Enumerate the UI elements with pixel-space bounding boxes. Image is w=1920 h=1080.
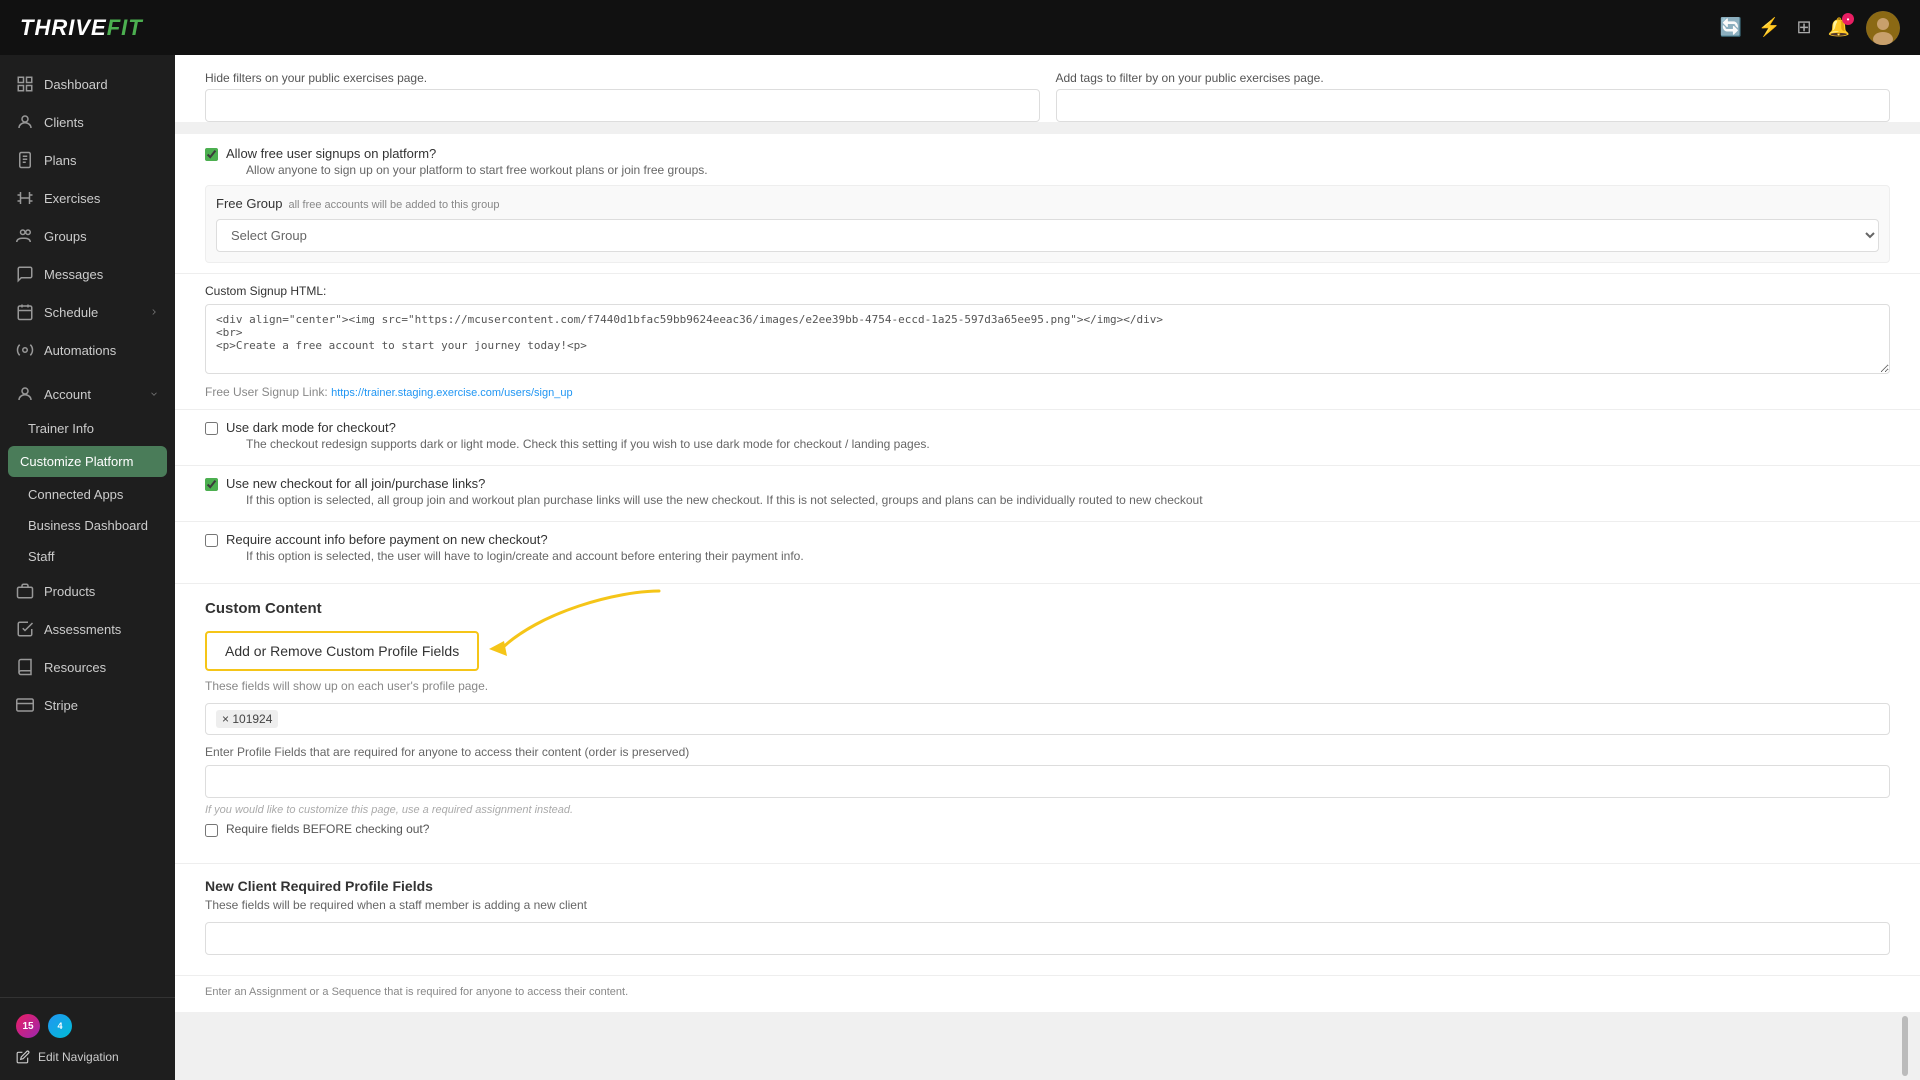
edit-nav-label: Edit Navigation [38,1050,119,1064]
add-tags-label: Add tags to filter by on your public exe… [1056,71,1891,85]
new-checkout-label: Use new checkout for all join/purchase l… [226,476,1203,491]
require-checkout-checkbox[interactable] [205,824,218,837]
badge-icon: 15 [16,1014,40,1038]
free-signup-checkbox[interactable] [205,148,218,161]
dark-mode-row: Use dark mode for checkout? The checkout… [205,420,1890,451]
sidebar-label-messages: Messages [44,267,103,282]
free-group-section: Free Group all free accounts will be add… [205,185,1890,263]
grid-icon[interactable]: ⊞ [1796,17,1811,38]
sidebar-item-dashboard[interactable]: Dashboard [0,65,175,103]
top-bar: THRIVEFIT 🔄 ⚡ ⊞ 🔔 • [0,0,1920,55]
customize-note: If you would like to customize this page… [205,804,1890,816]
sidebar-item-groups[interactable]: Groups [0,217,175,255]
dark-mode-desc: The checkout redesign supports dark or l… [246,437,930,451]
signup-link-label: Free User Signup Link: [205,385,328,399]
new-client-desc: These fields will be required when a sta… [205,898,1890,912]
sidebar-label-schedule: Schedule [44,305,98,320]
sidebar-item-resources[interactable]: Resources [0,648,175,686]
require-account-row: Require account info before payment on n… [205,532,1890,563]
footer-assignment-text: Enter an Assignment or a Sequence that i… [205,986,1890,998]
sidebar-label-groups: Groups [44,229,87,244]
sidebar-label-products: Products [44,584,95,599]
free-group-label: Free Group [216,196,282,211]
hide-filters-input[interactable] [205,89,1040,122]
sidebar-label-plans: Plans [44,153,77,168]
dark-mode-label: Use dark mode for checkout? [226,420,930,435]
sidebar-item-automations[interactable]: Automations [0,331,175,369]
scrollbar-thumb[interactable] [1902,1016,1908,1076]
free-signup-checkbox-label: Allow free user signups on platform? [226,146,708,161]
sidebar-sub-staff[interactable]: Staff [0,541,175,572]
bolt-icon[interactable]: ⚡ [1758,17,1780,38]
sidebar-item-schedule[interactable]: Schedule [0,293,175,331]
require-account-desc: If this option is selected, the user wil… [246,549,804,563]
sidebar-item-plans[interactable]: Plans [0,141,175,179]
profile-fields-required-input[interactable] [205,765,1890,798]
content-area: Hide filters on your public exercises pa… [175,55,1920,1080]
sidebar-label-assessments: Assessments [44,622,121,637]
refresh-icon[interactable]: 🔄 [1720,17,1742,38]
sidebar-item-products[interactable]: Products [0,572,175,610]
profile-fields-tag-input[interactable]: × 101924 [205,703,1890,735]
free-group-select[interactable]: Select Group [216,219,1879,252]
sidebar-label-automations: Automations [44,343,116,358]
require-account-checkbox[interactable] [205,534,218,547]
sidebar-label-clients: Clients [44,115,84,130]
require-checkout-label: Require fields BEFORE checking out? [226,822,429,836]
badge-icon-2: 4 [48,1014,72,1038]
sidebar-item-exercises[interactable]: Exercises [0,179,175,217]
hide-filters-label: Hide filters on your public exercises pa… [205,71,1040,85]
new-client-fields-input[interactable] [205,922,1890,955]
free-signup-row: Allow free user signups on platform? All… [205,146,1890,177]
profile-field-tag: × 101924 [216,710,278,728]
custom-content-title: Custom Content [205,600,1890,617]
edit-nav-button[interactable]: Edit Navigation [16,1044,159,1070]
require-account-label: Require account info before payment on n… [226,532,804,547]
sidebar-label-account: Account [44,387,91,402]
sidebar-label-stripe: Stripe [44,698,78,713]
top-icons: 🔄 ⚡ ⊞ 🔔 • [1720,11,1900,45]
sidebar-item-stripe[interactable]: Stripe [0,686,175,724]
custom-html-label: Custom Signup HTML: [205,284,1890,298]
sidebar-label-exercises: Exercises [44,191,100,206]
avatar[interactable] [1866,11,1900,45]
new-client-title: New Client Required Profile Fields [205,878,1890,894]
sidebar-label-dashboard: Dashboard [44,77,108,92]
custom-html-textarea[interactable]: <div align="center"><img src="https://mc… [205,304,1890,374]
signup-link-row: Free User Signup Link: https://trainer.s… [205,385,1890,399]
new-checkout-desc: If this option is selected, all group jo… [246,493,1203,507]
add-tags-input[interactable] [1056,89,1891,122]
sidebar-sub-business-dashboard[interactable]: Business Dashboard [0,510,175,541]
sidebar-bottom: 15 4 Edit Navigation [0,997,175,1080]
profile-fields-required-label: Enter Profile Fields that are required f… [205,745,1890,759]
dark-mode-checkbox[interactable] [205,422,218,435]
sidebar-sub-trainer-info[interactable]: Trainer Info [0,413,175,444]
sidebar-item-account[interactable]: Account [0,375,175,413]
sidebar-item-clients[interactable]: Clients [0,103,175,141]
signup-link-url[interactable]: https://trainer.staging.exercise.com/use… [331,387,573,399]
sidebar-item-messages[interactable]: Messages [0,255,175,293]
bell-icon[interactable]: 🔔 • [1828,17,1850,38]
require-checkout-row: Require fields BEFORE checking out? [205,822,1890,837]
free-group-desc: all free accounts will be added to this … [288,199,499,211]
new-checkout-row: Use new checkout for all join/purchase l… [205,476,1890,507]
new-checkout-checkbox[interactable] [205,478,218,491]
add-remove-profile-fields-button[interactable]: Add or Remove Custom Profile Fields [205,631,479,671]
free-signup-desc: Allow anyone to sign up on your platform… [246,163,708,177]
app-logo: THRIVEFIT [20,15,143,41]
sidebar-label-resources: Resources [44,660,106,675]
annotation-arrow [479,581,679,676]
add-remove-desc: These fields will show up on each user's… [205,679,1890,693]
sidebar-item-assessments[interactable]: Assessments [0,610,175,648]
notification-badge[interactable]: 15 4 [16,1008,159,1044]
sidebar: Dashboard Clients Plans Exercises Groups… [0,55,175,1080]
sidebar-sub-connected-apps[interactable]: Connected Apps [0,479,175,510]
sidebar-sub-customize-platform[interactable]: Customize Platform [8,446,167,477]
